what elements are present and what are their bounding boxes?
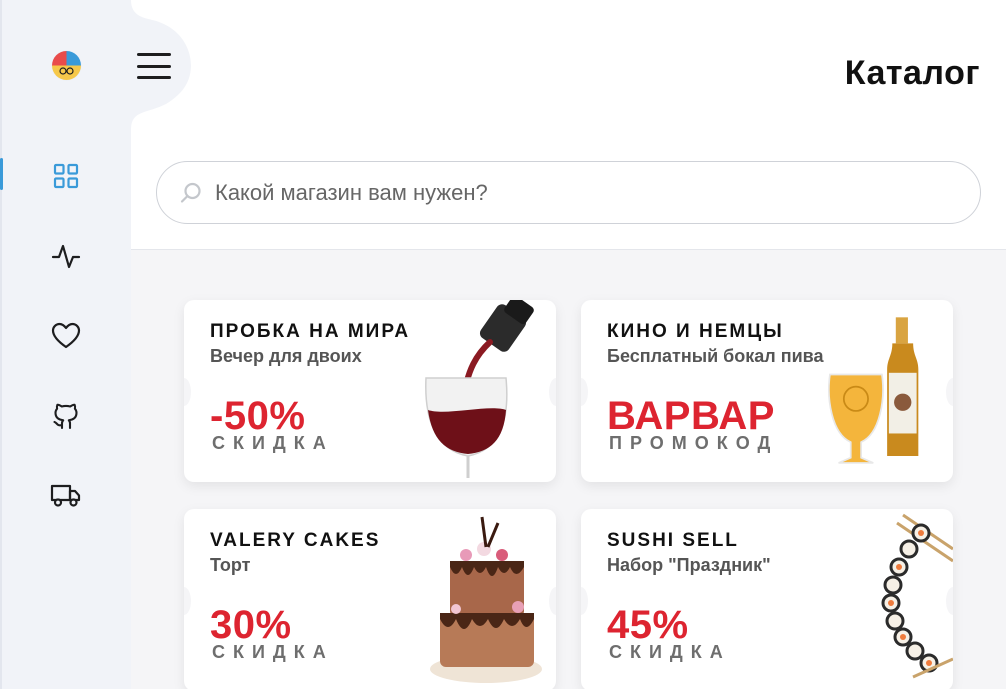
shop-name: SUSHI SELL (607, 530, 739, 551)
sidebar (0, 0, 131, 689)
shop-name: ПРОБКА НА МИРА (210, 321, 411, 342)
offer-caption: СКИДКА (212, 433, 334, 453)
beer-image (828, 317, 919, 464)
menu-button[interactable] (135, 50, 173, 82)
nav-github[interactable] (48, 398, 84, 434)
card-notch (184, 587, 191, 615)
shop-name: VALERY CAKES (210, 530, 381, 551)
promo-card[interactable]: ПРОБКА НА МИРА Вечер для двоих -50% СКИД… (184, 300, 556, 482)
offer-subtitle: Вечер для двоих (210, 346, 362, 366)
shop-name: КИНО И НЕМЦЫ (607, 321, 784, 342)
sidebar-edge (0, 0, 2, 689)
offer-caption: СКИДКА (609, 642, 731, 662)
search-bar[interactable] (156, 161, 981, 224)
offer-subtitle: Торт (210, 555, 251, 575)
activity-icon (51, 244, 81, 269)
promo-card[interactable]: КИНО И НЕМЦЫ Бесплатный бокал пива ВАРВА… (581, 300, 953, 482)
offer-caption: ПРОМОКОД (609, 433, 779, 453)
menu-line (137, 53, 171, 56)
truck-icon (50, 484, 81, 507)
offer-subtitle: Набор "Праздник" (607, 555, 771, 575)
nav-delivery[interactable] (48, 477, 84, 513)
cake-image (430, 516, 542, 683)
search-input[interactable] (215, 179, 915, 206)
heart-icon (51, 322, 81, 349)
offer-subtitle: Бесплатный бокал пива (607, 346, 824, 366)
grid-icon (53, 163, 79, 189)
nav-activity[interactable] (48, 238, 84, 274)
active-indicator (0, 158, 3, 190)
wine-glass-image (425, 300, 534, 478)
github-icon (53, 403, 78, 430)
menu-line (137, 64, 171, 68)
page-title: Каталог (844, 54, 980, 92)
search-icon (180, 182, 201, 203)
offer-caption: СКИДКА (212, 642, 334, 662)
nav-catalog[interactable] (48, 158, 84, 194)
promo-card[interactable]: SUSHI SELL Набор "Праздник" 45% СКИДКА (581, 509, 953, 689)
nav-favorites[interactable] (48, 318, 84, 354)
card-notch (581, 587, 588, 615)
card-notch (581, 378, 588, 406)
app-root: Каталог ПРОБКА НА МИРА Вечер для двоих -… (0, 0, 1006, 689)
app-logo[interactable] (51, 50, 82, 81)
promo-card[interactable]: VALERY CAKES Торт 30% СКИДКА (184, 509, 556, 689)
menu-line (137, 76, 171, 79)
sushi-image (881, 513, 953, 679)
card-notch (184, 378, 191, 406)
